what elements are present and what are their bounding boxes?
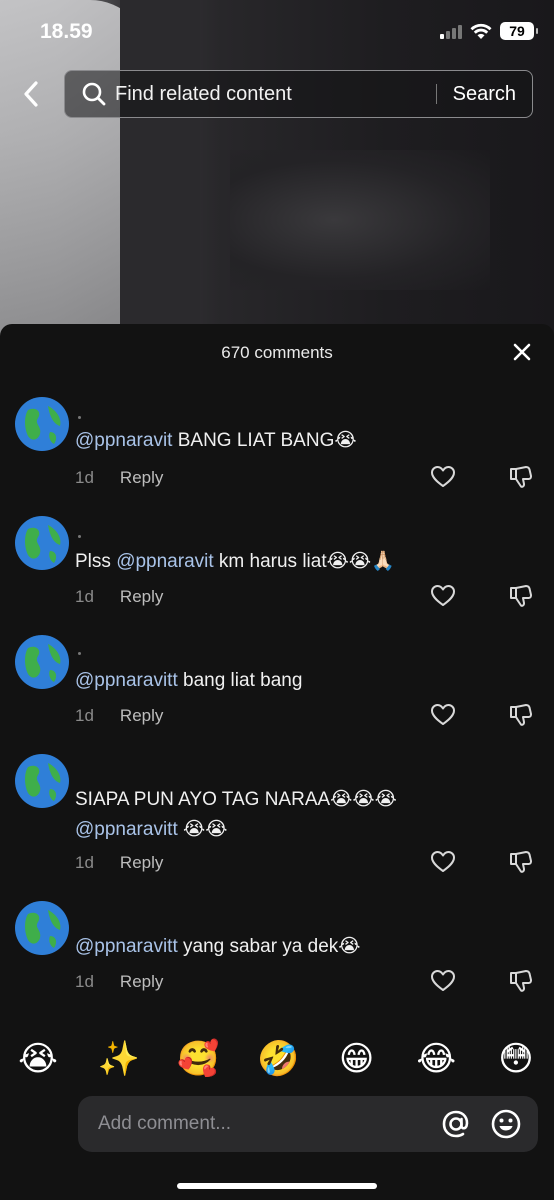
reply-button[interactable]: Reply	[120, 468, 163, 488]
comment-mention[interactable]: @ppnaravitt	[75, 936, 178, 957]
comment-meta: 1d Reply	[75, 853, 163, 873]
comment-time: 1d	[75, 468, 94, 487]
emoji-picker-icon[interactable]	[490, 1108, 522, 1140]
emoji-button[interactable]: 🥰	[177, 1036, 219, 1082]
chevron-left-icon	[24, 81, 38, 107]
reply-button[interactable]: Reply	[120, 972, 163, 992]
heart-icon[interactable]	[430, 849, 456, 875]
username-placeholder	[78, 416, 81, 419]
comment-time: 1d	[75, 706, 94, 725]
reply-button[interactable]: Reply	[120, 587, 163, 607]
wifi-icon	[470, 23, 492, 39]
comment-post: yang sabar ya dek😭	[177, 936, 361, 957]
emoji-button[interactable]: 🤣	[257, 1036, 299, 1082]
comment-text: SIAPA PUN AYO TAG NARAA😭😭😭 @ppnaravitt 😭…	[75, 785, 494, 845]
status-bar: 18.59 79	[0, 0, 554, 60]
dislike-icon[interactable]	[508, 968, 534, 994]
avatar[interactable]	[14, 515, 70, 571]
video-frame-center	[230, 150, 490, 290]
comment-text: @ppnaravitt bang liat bang	[75, 666, 494, 696]
reply-button[interactable]: Reply	[120, 706, 163, 726]
back-button[interactable]	[16, 78, 46, 110]
comment-input-placeholder[interactable]: Add comment...	[78, 1113, 440, 1135]
comment-input[interactable]: Add comment...	[78, 1096, 538, 1152]
dislike-icon[interactable]	[508, 583, 534, 609]
heart-icon[interactable]	[430, 968, 456, 994]
comments-header: 670 comments	[0, 324, 554, 380]
status-time: 18.59	[40, 20, 93, 43]
search-input[interactable]: Find related content	[115, 83, 436, 106]
avatar[interactable]	[14, 900, 70, 956]
comment-pre: Plss	[75, 551, 117, 572]
comment-mention[interactable]: @ppnaravitt	[75, 819, 178, 840]
comment-text: @ppnaravit BANG LIAT BANG😭	[75, 426, 494, 456]
comment-text: Plss @ppnaravit km harus liat😭😭🙏🏻	[75, 547, 494, 577]
username-placeholder	[78, 535, 81, 538]
close-icon[interactable]	[510, 340, 534, 364]
home-indicator	[177, 1183, 377, 1189]
search-bar[interactable]: Find related content Search	[64, 70, 533, 118]
emoji-button[interactable]: 😳	[496, 1036, 536, 1082]
comment-time: 1d	[75, 853, 94, 872]
emoji-button[interactable]: ✨	[98, 1036, 140, 1082]
comment-meta: 1d Reply	[75, 972, 163, 992]
heart-icon[interactable]	[430, 583, 456, 609]
comment-time: 1d	[75, 587, 94, 606]
comment-meta: 1d Reply	[75, 468, 163, 488]
comment-mention[interactable]: @ppnaravit	[75, 430, 172, 451]
comment-time: 1d	[75, 972, 94, 991]
username-placeholder	[78, 652, 81, 655]
avatar[interactable]	[14, 753, 70, 809]
dislike-icon[interactable]	[508, 849, 534, 875]
emoji-button[interactable]: 😁	[337, 1036, 377, 1082]
comment-meta: 1d Reply	[75, 706, 163, 726]
heart-icon[interactable]	[430, 464, 456, 490]
comment-pre: SIAPA PUN AYO TAG NARAA😭😭😭	[75, 789, 397, 810]
dislike-icon[interactable]	[508, 464, 534, 490]
comment-mention[interactable]: @ppnaravitt	[75, 670, 178, 691]
comment-post: km harus liat😭😭🙏🏻	[213, 551, 395, 572]
comments-count: 670 comments	[221, 343, 333, 362]
battery-indicator: 79	[500, 22, 538, 40]
avatar[interactable]	[14, 634, 70, 690]
comment-post: bang liat bang	[177, 670, 303, 691]
heart-icon[interactable]	[430, 702, 456, 728]
comment-text: @ppnaravitt yang sabar ya dek😭	[75, 932, 494, 962]
comment-meta: 1d Reply	[75, 587, 163, 607]
emoji-button[interactable]: 😭	[18, 1036, 58, 1082]
reply-button[interactable]: Reply	[120, 853, 163, 873]
comment-mention[interactable]: @ppnaravit	[116, 551, 213, 572]
mention-icon[interactable]	[440, 1108, 472, 1140]
avatar[interactable]	[14, 396, 70, 452]
search-icon	[82, 82, 106, 106]
search-button[interactable]: Search	[437, 83, 532, 106]
dislike-icon[interactable]	[508, 702, 534, 728]
status-icons: 79	[440, 22, 538, 40]
emoji-button[interactable]: 😂	[416, 1036, 456, 1082]
comment-post: 😭😭	[177, 819, 228, 840]
comment-post: BANG LIAT BANG😭	[172, 430, 357, 451]
cellular-signal-icon	[440, 23, 462, 39]
emoji-quick-bar: 😭 ✨ 🥰 🤣 😁 😂 😳	[0, 1036, 554, 1082]
